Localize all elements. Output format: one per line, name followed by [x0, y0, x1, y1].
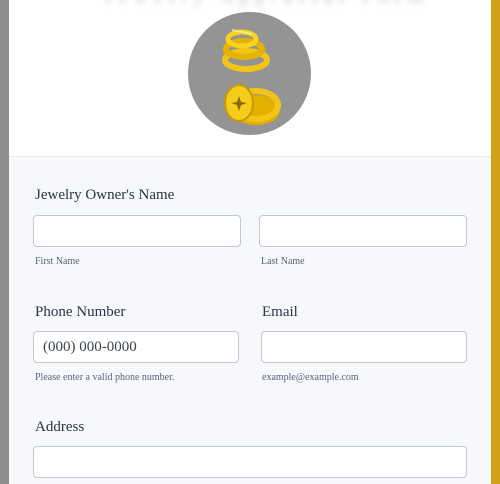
- right-edge-bar: [491, 0, 500, 484]
- first-name-sublabel: First Name: [35, 256, 80, 267]
- form-header: Jewelry Appraisal Form: [9, 0, 491, 157]
- form-card: Jewelry Appraisal Form Jewelry Owner's N…: [9, 0, 491, 484]
- email-label: Email: [262, 304, 298, 320]
- phone-input[interactable]: [33, 331, 239, 363]
- owner-name-label: Jewelry Owner's Name: [35, 187, 175, 203]
- address-label: Address: [35, 419, 85, 435]
- left-edge-bar: [0, 0, 9, 484]
- address-input[interactable]: [33, 446, 467, 478]
- last-name-sublabel: Last Name: [261, 256, 305, 267]
- phone-sublabel: Please enter a valid phone number.: [35, 372, 175, 383]
- email-sublabel: example@example.com: [262, 372, 359, 383]
- first-name-input[interactable]: [33, 215, 241, 247]
- form-heading: Jewelry Appraisal Form: [105, 0, 423, 12]
- rings-logo-icon: [188, 12, 311, 135]
- email-input[interactable]: [261, 331, 467, 363]
- phone-label: Phone Number: [35, 304, 126, 320]
- last-name-input[interactable]: [259, 215, 467, 247]
